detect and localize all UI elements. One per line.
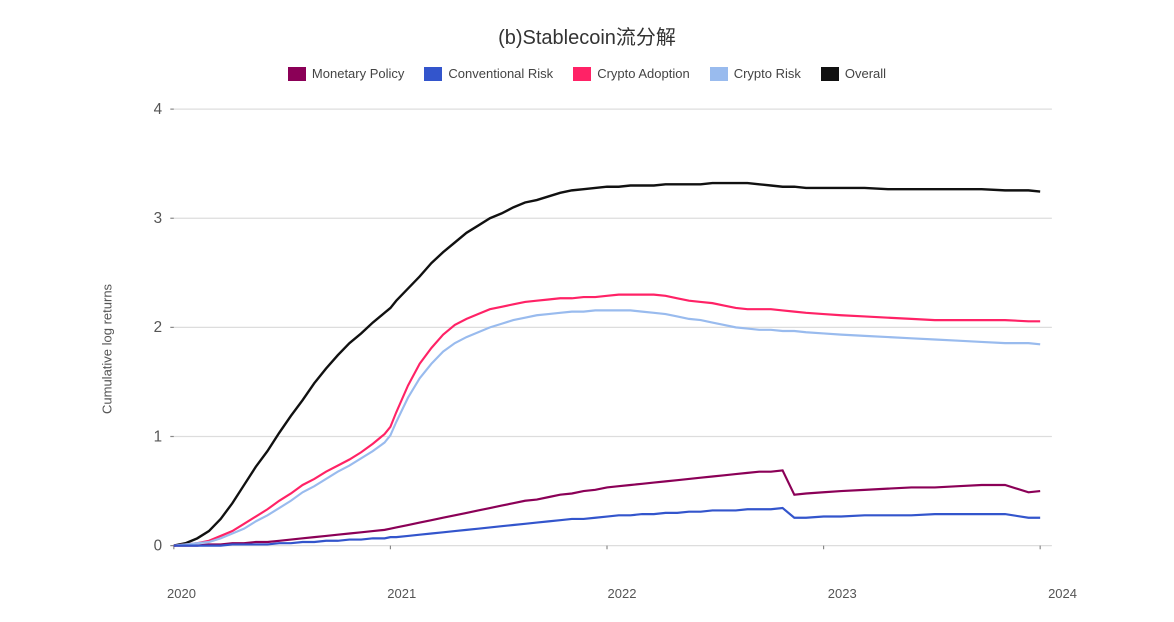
legend-overall: Overall xyxy=(821,66,886,81)
x-label-2021: 2021 xyxy=(387,586,416,601)
plot-area: 0 1 2 3 4 xyxy=(127,97,1087,601)
legend-color-overall xyxy=(821,67,839,81)
x-label-2022: 2022 xyxy=(608,586,637,601)
legend-color-crypto-risk xyxy=(710,67,728,81)
legend-color-conventional-risk xyxy=(424,67,442,81)
svg-text:1: 1 xyxy=(154,428,162,445)
legend: Monetary Policy Conventional Risk Crypto… xyxy=(288,66,886,81)
legend-label-crypto-risk: Crypto Risk xyxy=(734,66,801,81)
legend-label-conventional-risk: Conventional Risk xyxy=(448,66,553,81)
chart-svg: 0 1 2 3 4 xyxy=(127,97,1087,582)
legend-color-monetary-policy xyxy=(288,67,306,81)
legend-color-crypto-adoption xyxy=(573,67,591,81)
x-axis-labels: 2020 2021 2022 2023 2024 xyxy=(127,582,1087,601)
legend-monetary-policy: Monetary Policy xyxy=(288,66,404,81)
svg-text:3: 3 xyxy=(154,210,162,227)
chart-area: Cumulative log returns 0 xyxy=(87,97,1087,601)
chart-container: (b)Stablecoin流分解 Monetary Policy Convent… xyxy=(87,21,1087,601)
x-label-2020: 2020 xyxy=(167,586,196,601)
y-axis-label: Cumulative log returns xyxy=(87,97,127,601)
legend-crypto-risk: Crypto Risk xyxy=(710,66,801,81)
svg-text:2: 2 xyxy=(154,319,162,336)
legend-crypto-adoption: Crypto Adoption xyxy=(573,66,690,81)
svg-text:4: 4 xyxy=(154,101,163,118)
line-conventional-risk xyxy=(174,508,1040,546)
line-crypto-risk xyxy=(174,310,1040,545)
legend-label-crypto-adoption: Crypto Adoption xyxy=(597,66,690,81)
x-label-2023: 2023 xyxy=(828,586,857,601)
legend-label-overall: Overall xyxy=(845,66,886,81)
chart-title: (b)Stablecoin流分解 xyxy=(498,21,676,50)
line-monetary-policy xyxy=(174,470,1040,545)
x-label-2024: 2024 xyxy=(1048,586,1077,601)
line-crypto-adoption xyxy=(174,295,1040,546)
svg-text:0: 0 xyxy=(154,537,162,554)
legend-label-monetary-policy: Monetary Policy xyxy=(312,66,404,81)
legend-conventional-risk: Conventional Risk xyxy=(424,66,553,81)
